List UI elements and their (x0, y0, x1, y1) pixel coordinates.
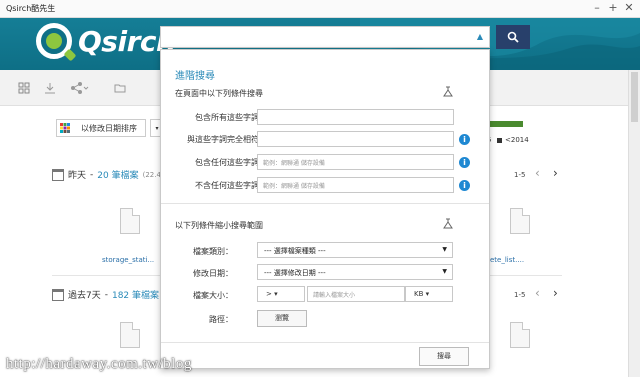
download-icon[interactable] (44, 82, 56, 94)
scrollbar[interactable] (628, 70, 640, 377)
grid-view-icon[interactable] (18, 82, 30, 94)
panel-title: 進階搜尋 (175, 71, 215, 82)
dropdown-caret-icon: ▼ (442, 246, 447, 253)
calendar-icon (52, 288, 64, 301)
modified-date-select[interactable]: --- 選擇修改日期 --- ▼ (257, 264, 453, 280)
legend-swatch (497, 138, 502, 143)
advanced-search-panel: 進階搜尋 在頁面中以下列條件搜尋 包含所有這些字詞 與這些字詞完全相符 i 包含… (160, 49, 490, 369)
browse-button[interactable]: 瀏覽 (257, 310, 307, 327)
info-icon[interactable]: i (459, 157, 470, 168)
submit-search-button[interactable]: 搜尋 (419, 347, 469, 366)
file-thumbnail[interactable] (120, 208, 140, 234)
logo-mark-icon (36, 23, 72, 59)
clear-filter-icon[interactable] (443, 218, 453, 229)
label-none-words: 不含任何這些字詞 (195, 181, 259, 190)
folder-icon[interactable] (114, 82, 126, 94)
none-words-input[interactable]: 範例：網聯通 儲存設備 (257, 177, 454, 193)
info-icon[interactable]: i (459, 134, 470, 145)
group-header-past-7-days: 過去7天 - 182 筆檔案 (52, 288, 159, 301)
file-type-value: --- 選擇檔案種類 --- (264, 247, 326, 255)
group-header-yesterday: 昨天 - 20 筆檔案 (22.43 (52, 168, 165, 181)
label-file-type: 檔案類別： (193, 247, 233, 256)
legend-bar (485, 121, 523, 127)
label-any-words: 包含任何這些字詞 (195, 158, 259, 167)
watermark: http://hardaway.com.tw/blog (6, 356, 192, 372)
close-button[interactable]: ✕ (624, 2, 634, 14)
next-page-icon[interactable]: › (553, 166, 558, 180)
group-pager: 1-5 (514, 291, 526, 299)
label-path: 路徑： (209, 315, 233, 324)
search-icon (507, 31, 519, 43)
size-input[interactable]: 請輸入檔案大小 (307, 286, 405, 302)
group-count-link[interactable]: 182 筆檔案 (112, 288, 159, 301)
search-button[interactable] (496, 25, 530, 49)
label-exact-phrase: 與這些字詞完全相符 (187, 135, 259, 144)
title-bar: Qsirch酷先生 – + ✕ (0, 0, 640, 18)
section-keywords-label: 在頁面中以下列條件搜尋 (175, 89, 263, 98)
dropdown-caret-icon: ▼ (442, 268, 447, 275)
size-unit-select[interactable]: KB ▾ (405, 286, 453, 302)
footer-divider (161, 342, 489, 343)
search-input[interactable]: ▲ (160, 26, 490, 48)
window-controls: – + ✕ (592, 2, 634, 14)
maximize-button[interactable]: + (608, 2, 618, 14)
legend-label: <2014 (505, 136, 529, 144)
window-title: Qsirch酷先生 (6, 4, 56, 13)
clear-filter-icon[interactable] (443, 86, 453, 97)
file-name[interactable]: storage_stati... (102, 256, 154, 264)
size-operator-select[interactable]: > ▾ (257, 286, 305, 302)
prev-page-icon[interactable]: ‹ (535, 166, 540, 180)
label-modified-date: 修改日期： (193, 269, 233, 278)
size-operator-value: > (266, 290, 272, 298)
modified-date-value: --- 選擇修改日期 --- (264, 269, 326, 277)
scrollbar-thumb[interactable] (631, 72, 638, 122)
file-name[interactable]: ete_list.... (490, 256, 524, 264)
section-divider (161, 203, 489, 204)
file-thumbnail[interactable] (510, 322, 530, 348)
group-pager: 1-5 (514, 171, 526, 179)
label-file-size: 檔案大小： (193, 291, 233, 300)
file-thumbnail[interactable] (510, 208, 530, 234)
size-unit-value: KB (414, 290, 424, 298)
color-grid-icon (60, 123, 70, 133)
label-all-words: 包含所有這些字詞 (195, 113, 259, 122)
qsirch-logo: Qsirch (36, 23, 176, 59)
info-icon[interactable]: i (459, 180, 470, 191)
minimize-button[interactable]: – (592, 2, 602, 14)
group-day: 昨天 (68, 171, 87, 181)
advanced-search-toggle-icon[interactable]: ▲ (477, 32, 483, 41)
file-thumbnail[interactable] (120, 322, 140, 348)
sort-control: 以修改日期排序 ▾ (56, 119, 164, 137)
group-count-link[interactable]: 20 筆檔案 (97, 168, 138, 181)
chevron-down-icon: ▾ (155, 124, 159, 132)
next-page-icon[interactable]: › (553, 286, 558, 300)
file-type-select[interactable]: --- 選擇檔案種類 --- ▼ (257, 242, 453, 258)
any-words-input[interactable]: 範例：網聯通 儲存設備 (257, 154, 454, 170)
exact-phrase-input[interactable] (257, 131, 454, 147)
group-day: 過去7天 (68, 291, 101, 301)
prev-page-icon[interactable]: ‹ (535, 286, 540, 300)
all-words-input[interactable] (257, 109, 454, 125)
sort-label: 以修改日期排序 (81, 123, 137, 133)
calendar-icon (52, 168, 64, 181)
share-icon[interactable] (70, 82, 90, 94)
section-filter-label: 以下列條件縮小搜尋範圍 (175, 221, 263, 230)
